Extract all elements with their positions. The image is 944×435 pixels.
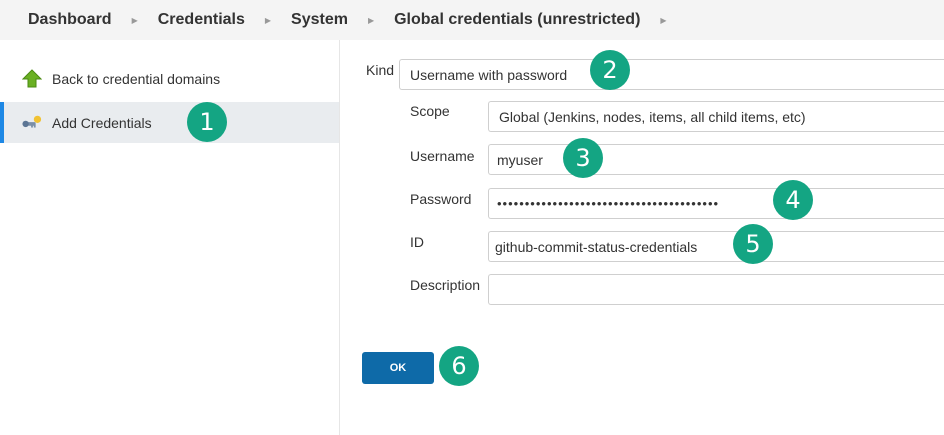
description-input[interactable] <box>488 274 944 305</box>
scope-select[interactable]: Global (Jenkins, nodes, items, all child… <box>488 101 944 132</box>
scope-label: Scope <box>410 103 450 119</box>
sidebar-item-back-to-credential-domains[interactable]: Back to credential domains <box>0 58 339 99</box>
callout-badge-4: 4 <box>773 180 813 220</box>
description-label: Description <box>410 277 481 293</box>
chevron-right-icon: ▶ <box>131 15 138 25</box>
chevron-right-icon: ▶ <box>367 15 375 25</box>
callout-badge-6: 6 <box>439 346 479 386</box>
ok-button[interactable]: OK <box>362 352 434 384</box>
green-up-arrow-icon <box>22 68 42 89</box>
id-input[interactable]: github-commit-status-credentials <box>488 231 944 262</box>
breadcrumb-dashboard[interactable]: Dashboard <box>28 11 112 29</box>
id-label: ID <box>410 234 424 250</box>
password-label: Password <box>410 191 472 207</box>
callout-badge-3: 3 <box>563 138 603 178</box>
callout-badge-5: 5 <box>733 224 773 264</box>
page: Dashboard ▶ Credentials ▶ System ▶ Globa… <box>0 0 944 435</box>
key-credentials-icon <box>22 113 42 133</box>
sidebar-item-label: Back to credential domains <box>52 70 221 87</box>
password-input[interactable]: •••••••••••••••••••••••••••••••••••••••• <box>488 188 944 219</box>
sidebar: Back to credential domains Add Credentia… <box>0 40 340 435</box>
breadcrumb-system[interactable]: System <box>291 11 348 29</box>
kind-select[interactable]: Username with password <box>399 59 944 90</box>
username-input[interactable]: myuser <box>488 144 944 175</box>
callout-badge-1: 1 <box>187 102 227 142</box>
chevron-right-icon: ▶ <box>264 15 272 25</box>
breadcrumb-credentials[interactable]: Credentials <box>158 11 245 29</box>
sidebar-item-label: Add Credentials <box>52 114 152 131</box>
breadcrumb-global-credentials[interactable]: Global credentials (unrestricted) <box>394 11 640 29</box>
sidebar-item-add-credentials[interactable]: Add Credentials <box>0 102 339 143</box>
username-label: Username <box>410 148 475 164</box>
callout-badge-2: 2 <box>590 50 630 90</box>
chevron-right-icon[interactable]: ▶ <box>660 16 666 25</box>
breadcrumb: Dashboard ▶ Credentials ▶ System ▶ Globa… <box>0 0 944 40</box>
kind-label: Kind <box>366 62 395 78</box>
